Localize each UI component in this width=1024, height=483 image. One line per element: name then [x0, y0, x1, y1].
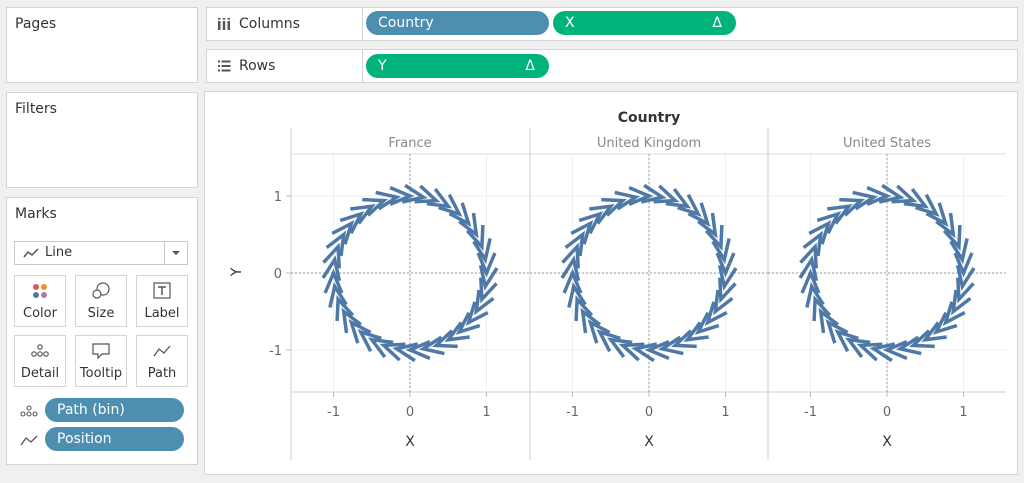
filters-title: Filters [15, 101, 57, 117]
label-button[interactable]: Label [136, 275, 188, 327]
mark-type-label: Line [45, 245, 73, 260]
y-pill[interactable]: Y Δ [366, 54, 549, 78]
country-pill-label: Country [378, 15, 434, 31]
label-icon [137, 282, 187, 300]
path-bin-pill[interactable]: Path (bin) [45, 398, 184, 422]
path-label: Path [147, 366, 177, 381]
tooltip-icon [76, 342, 126, 360]
pages-title: Pages [15, 16, 57, 32]
x-pill-label: X [565, 15, 575, 31]
color-icon [15, 282, 65, 300]
y-pill-label: Y [378, 58, 387, 74]
path-bin-pill-label: Path (bin) [57, 402, 125, 418]
delta-icon: Δ [712, 15, 722, 31]
position-pill[interactable]: Position [45, 427, 184, 451]
filters-panel[interactable]: Filters [6, 92, 198, 188]
size-button[interactable]: Size [75, 275, 127, 327]
position-pill-label: Position [57, 431, 112, 447]
label-label: Label [144, 306, 180, 321]
mark-type-dropdown[interactable]: Line [14, 241, 188, 265]
marks-title: Marks [15, 206, 57, 222]
delta-icon: Δ [525, 58, 535, 74]
marks-panel: Marks [6, 197, 198, 465]
color-label: Color [23, 306, 57, 321]
tooltip-label: Tooltip [79, 366, 123, 381]
country-pill[interactable]: Country [366, 11, 549, 35]
detail-dots-icon [15, 342, 65, 360]
line-mark-icon [23, 246, 39, 264]
view-area [204, 91, 1018, 475]
tooltip-button[interactable]: Tooltip [75, 335, 127, 387]
rows-label: Rows [239, 58, 276, 74]
chevron-down-icon[interactable] [164, 242, 187, 264]
color-button[interactable]: Color [14, 275, 66, 327]
rows-icon [217, 59, 231, 73]
size-label: Size [87, 306, 115, 321]
size-icon [76, 282, 126, 300]
rows-shelf: Rows [206, 49, 1018, 83]
top-toolbar-strip [0, 0, 1024, 4]
x-pill[interactable]: X Δ [553, 11, 736, 35]
pages-panel[interactable]: Pages [6, 7, 198, 83]
path-button[interactable]: Path [136, 335, 188, 387]
columns-label: Columns [239, 16, 300, 32]
detail-label: Detail [20, 366, 60, 381]
detail-dots-icon [20, 403, 38, 422]
detail-button[interactable]: Detail [14, 335, 66, 387]
path-line-icon [20, 432, 38, 451]
columns-icon [217, 17, 231, 31]
path-line-icon [137, 342, 187, 360]
